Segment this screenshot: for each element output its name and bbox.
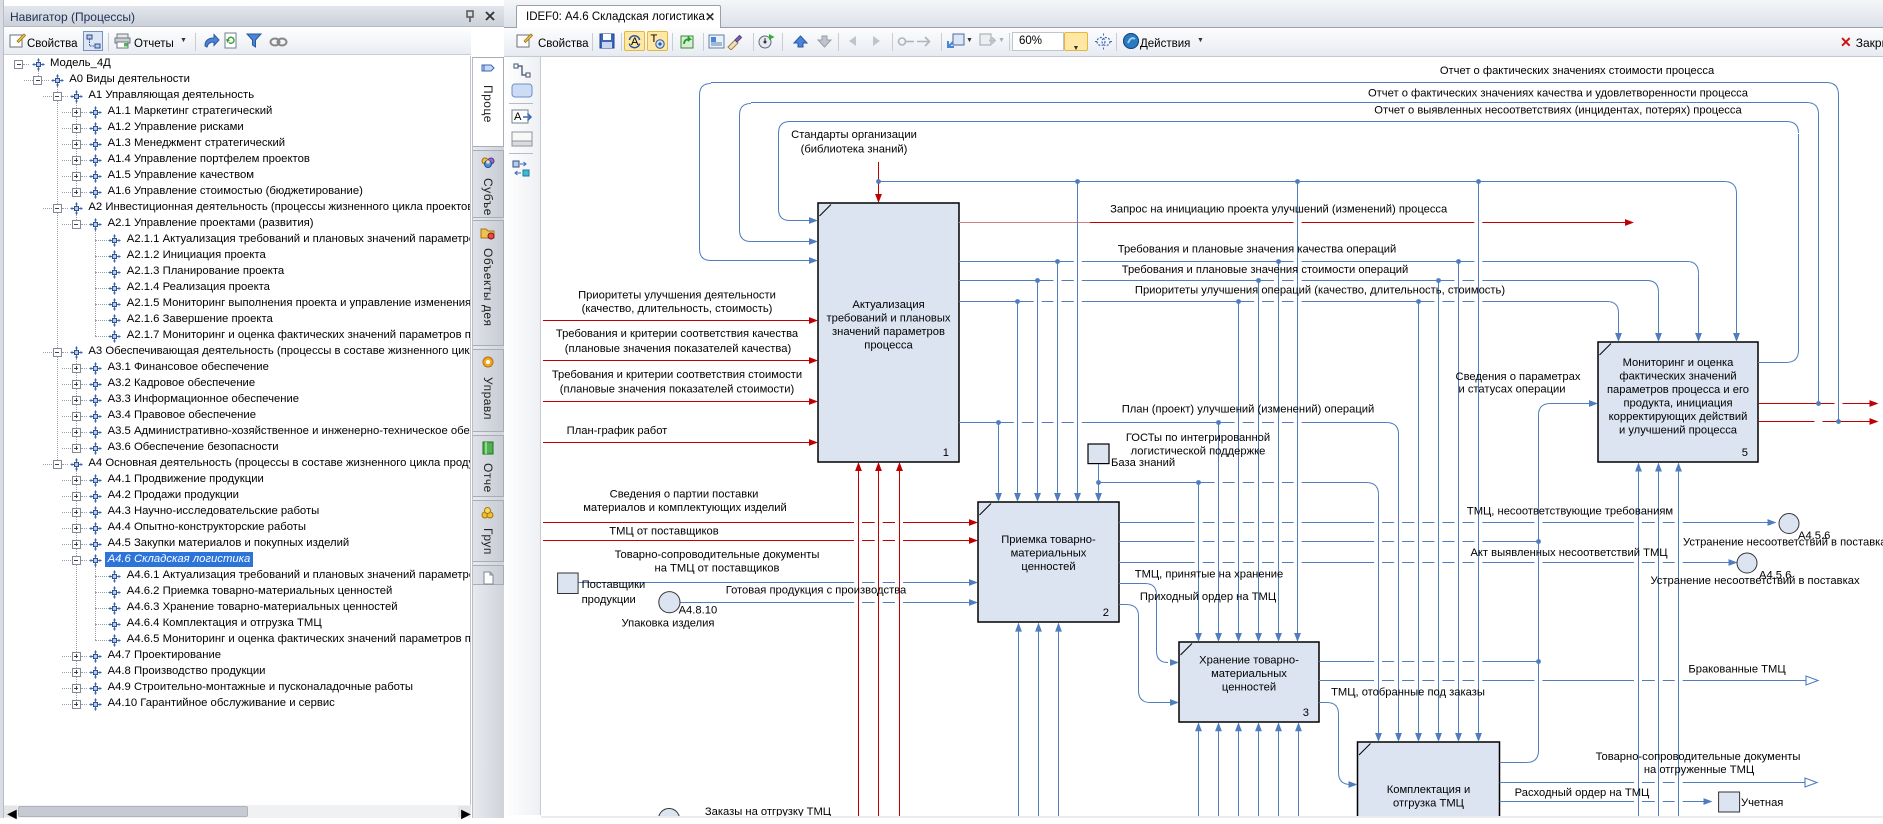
svg-text:на ТМЦ от поставщиков: на ТМЦ от поставщиков [655, 563, 780, 575]
svg-text:Расходный ордер на ТМЦ: Расходный ордер на ТМЦ [1515, 787, 1650, 799]
svg-text:3: 3 [1303, 707, 1309, 719]
svg-text:ТМЦ, несоответствующие требова: ТМЦ, несоответствующие требованиям [1467, 506, 1673, 518]
svg-text:ТМЦ от поставщиков: ТМЦ от поставщиков [609, 526, 718, 538]
svg-text:на отгруженные ТМЦ: на отгруженные ТМЦ [1644, 764, 1755, 776]
svg-text:5: 5 [1742, 447, 1748, 459]
svg-text:логистической поддержке: логистической поддержке [1131, 446, 1266, 458]
svg-text:Комплектация и: Комплектация и [1387, 784, 1471, 796]
svg-text:отгрузка ТМЦ: отгрузка ТМЦ [1393, 798, 1465, 810]
svg-text:A: A [631, 36, 639, 48]
svg-text:Запрос на инициацию проекта ул: Запрос на инициацию проекта улучшений (и… [1110, 204, 1448, 216]
svg-text:ТМЦ, принятые на хранение: ТМЦ, принятые на хранение [1135, 569, 1284, 581]
svg-text:План-график работ: План-график работ [567, 425, 668, 437]
svg-text:1: 1 [943, 447, 949, 459]
svg-text:Устранение несоответствий в по: Устранение несоответствий в поставках [1683, 537, 1883, 549]
svg-text:Отчет о выявленных несоответст: Отчет о выявленных несоответствиях (инци… [1374, 105, 1742, 117]
svg-text:База знаний: База знаний [1111, 457, 1175, 469]
svg-text:Сведения о партии поставки: Сведения о партии поставки [610, 489, 759, 501]
svg-text:Товарно-сопроводительные докум: Товарно-сопроводительные документы [1596, 751, 1801, 763]
svg-text:Бракованные ТМЦ: Бракованные ТМЦ [1688, 664, 1786, 676]
svg-text:процесса: процесса [864, 340, 913, 352]
svg-text:A: A [514, 111, 522, 123]
svg-text:и улучшений процесса: и улучшений процесса [1619, 425, 1738, 437]
svg-text:Сведения о параметрах: Сведения о параметрах [1456, 371, 1581, 383]
svg-text:продукта, инициация: продукта, инициация [1623, 398, 1732, 410]
svg-text:Требования и плановые значения: Требования и плановые значения стоимости… [1122, 264, 1409, 276]
svg-text:Требования и критерии соответс: Требования и критерии соответствия качес… [556, 328, 799, 340]
svg-text:фактических значений: фактических значений [1619, 371, 1736, 383]
svg-text:Приоритеты улучшения операций: Приоритеты улучшения операций (качество,… [1135, 285, 1505, 297]
svg-text:(плановые значения показателей: (плановые значения показателей качества) [565, 343, 792, 355]
svg-text:Требования и плановые значения: Требования и плановые значения качества … [1118, 244, 1396, 256]
svg-text:требований и плановых: требований и плановых [826, 313, 950, 325]
svg-text:значений параметров: значений параметров [832, 326, 945, 338]
svg-text:(качество, длительность, стоим: (качество, длительность, стоимость) [582, 303, 773, 315]
svg-text:Устранение несоответствий в по: Устранение несоответствий в поставках [1650, 575, 1860, 587]
svg-text:и статусах операции: и статусах операции [1458, 384, 1565, 396]
svg-text:Приходный ордер на ТМЦ: Приходный ордер на ТМЦ [1140, 591, 1277, 603]
svg-text:корректирующих действий: корректирующих действий [1609, 411, 1748, 423]
svg-text:2: 2 [1103, 607, 1109, 619]
svg-text:ТМЦ, отобранные под заказы: ТМЦ, отобранные под заказы [1331, 687, 1485, 699]
svg-text:Хранение товарно-: Хранение товарно- [1199, 655, 1299, 667]
svg-text:ценностей: ценностей [1021, 561, 1075, 573]
svg-text:A4.5.6: A4.5.6 [1798, 530, 1830, 542]
svg-text:(библиотека знаний): (библиотека знаний) [801, 144, 908, 156]
svg-text:A4.8.10: A4.8.10 [679, 605, 718, 617]
svg-text:материальных: материальных [1211, 668, 1287, 680]
svg-text:Поставщики: Поставщики [582, 579, 646, 591]
svg-text:параметров процесса и его: параметров процесса и его [1607, 384, 1749, 396]
svg-text:ценностей: ценностей [1222, 682, 1276, 694]
svg-text:Готовая продукция с производст: Готовая продукция с производства [726, 585, 907, 597]
svg-text:Отчет о фактических значениях: Отчет о фактических значениях качества и… [1368, 88, 1749, 100]
svg-text:Актуализация: Актуализация [852, 299, 924, 311]
svg-text:(плановые значения показателей: (плановые значения показателей стоимости… [560, 384, 795, 396]
svg-text:Мониторинг и оценка: Мониторинг и оценка [1623, 357, 1735, 369]
svg-text:Учетная: Учетная [1741, 797, 1783, 809]
svg-text:продукции: продукции [582, 594, 636, 606]
svg-text:Акт выявленных несоответствий: Акт выявленных несоответствий ТМЦ [1470, 547, 1668, 559]
svg-text:Приемка товарно-: Приемка товарно- [1001, 534, 1096, 546]
svg-text:Отчет о фактических значениях: Отчет о фактических значениях стоимости … [1440, 65, 1715, 77]
svg-text:Стандарты организации: Стандарты организации [791, 129, 917, 141]
svg-text:Упаковка изделия: Упаковка изделия [622, 618, 715, 630]
svg-text:материалов и комплектующих изд: материалов и комплектующих изделий [583, 502, 787, 514]
svg-text:материальных: материальных [1011, 548, 1087, 560]
svg-text:План (проект) улучшений (измен: План (проект) улучшений (изменений) опер… [1122, 404, 1375, 416]
svg-text:ГОСТы по интегрированной: ГОСТы по интегрированной [1126, 432, 1270, 444]
svg-text:Требования и критерии соответс: Требования и критерии соответствия стоим… [552, 369, 802, 381]
svg-text:Товарно-сопроводительные докум: Товарно-сопроводительные документы [615, 549, 820, 561]
svg-text:Приоритеты улучшения деятельно: Приоритеты улучшения деятельности [578, 290, 776, 302]
